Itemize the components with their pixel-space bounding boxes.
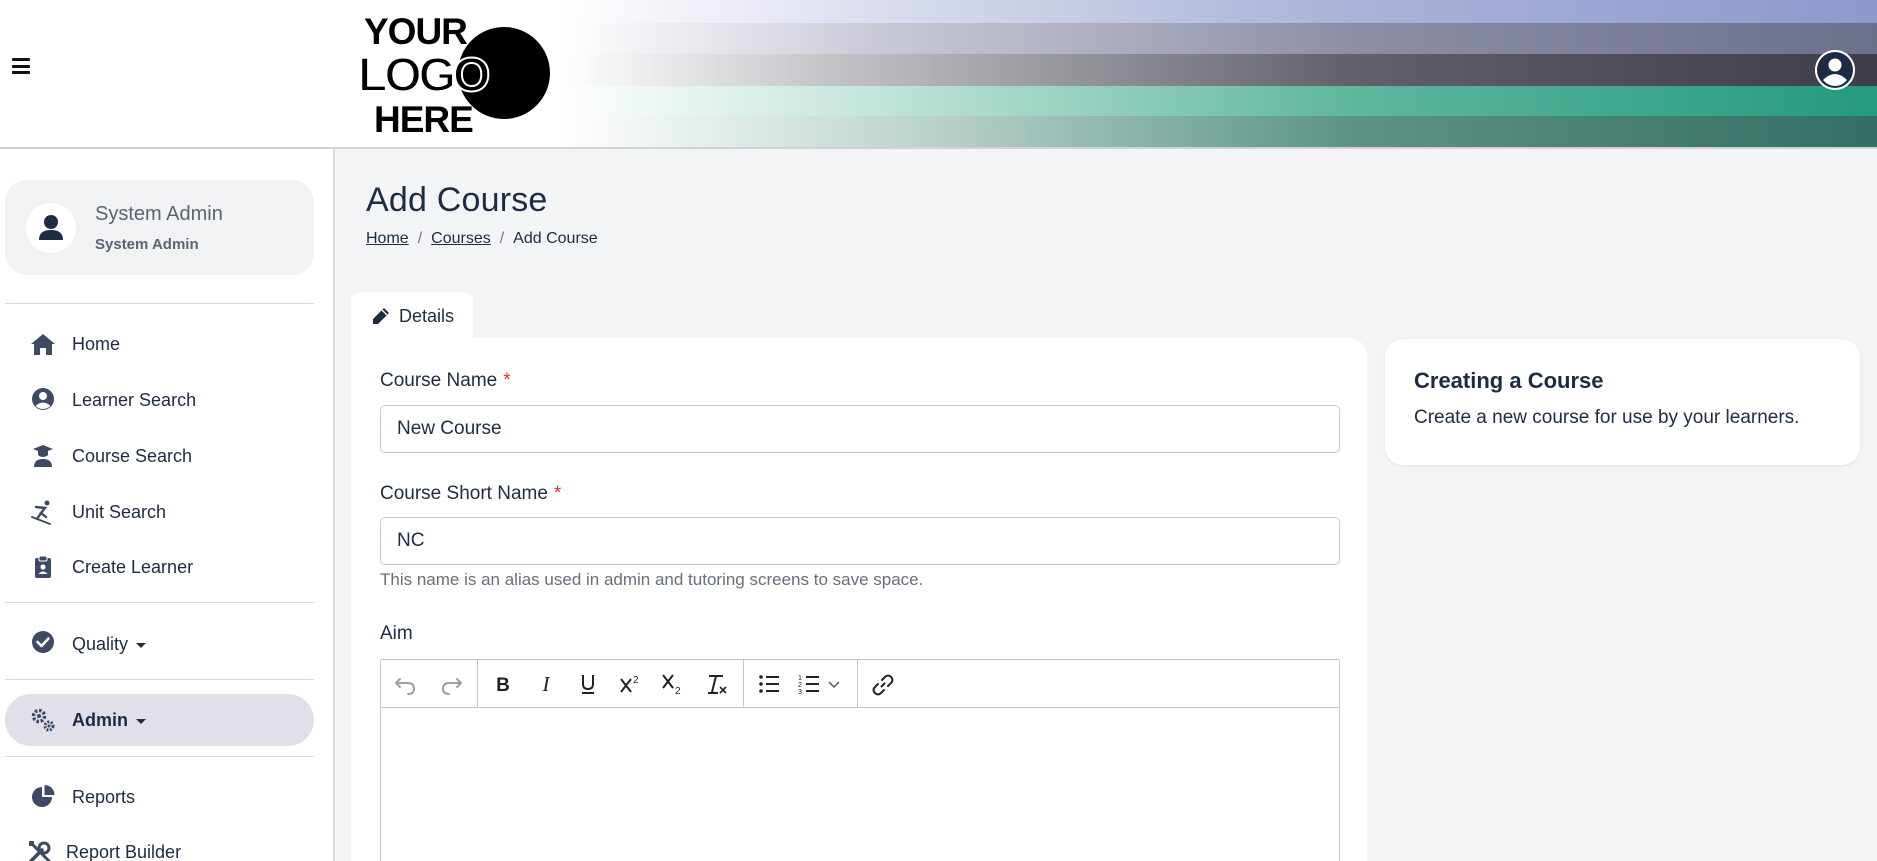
toolbar-separator: [477, 660, 478, 708]
divider: [5, 756, 314, 757]
required-mark: *: [553, 483, 562, 504]
tools-icon: [29, 841, 51, 861]
graduate-icon: [33, 445, 53, 467]
sidebar-item-label: Create Learner: [72, 557, 194, 577]
undo-icon[interactable]: [391, 670, 421, 698]
link-icon[interactable]: [868, 670, 898, 698]
header-banner: [560, 0, 1877, 147]
profile-card: System Admin System Admin: [5, 180, 314, 275]
sidebar-item-course-search[interactable]: Course Search: [5, 430, 314, 482]
course-name-label-text: Course Name: [380, 370, 498, 391]
sidebar-item-label: Quality: [72, 634, 147, 655]
sidebar-item-label-text: Admin: [72, 710, 128, 730]
divider: [5, 303, 314, 304]
user-circle-icon: [32, 388, 54, 410]
course-name-label: Course Name *: [380, 370, 511, 392]
breadcrumb-home-link[interactable]: Home: [366, 230, 409, 247]
info-title: Creating a Course: [1414, 368, 1604, 393]
redo-icon[interactable]: [436, 670, 466, 698]
app-header: YOUR LOGO HERE: [0, 0, 1877, 149]
sidebar-item-label: Report Builder: [66, 842, 182, 861]
bold-icon[interactable]: B: [488, 670, 518, 698]
sidebar-item-reports[interactable]: Reports: [5, 771, 314, 823]
superscript-icon[interactable]: 2: [616, 670, 646, 698]
bullet-list-icon[interactable]: [754, 670, 784, 698]
sidebar-item-report-builder[interactable]: Report Builder: [5, 826, 314, 861]
cogs-icon: [31, 708, 55, 732]
svg-text:3: 3: [798, 689, 802, 696]
breadcrumb-separator: /: [499, 230, 505, 247]
clipboard-user-icon: [35, 555, 51, 578]
chevron-down-icon[interactable]: [824, 670, 844, 698]
sidebar-item-home[interactable]: Home: [5, 318, 314, 370]
course-name-input[interactable]: [380, 405, 1340, 453]
sidebar-item-learner-search[interactable]: Learner Search: [5, 374, 314, 426]
clear-format-icon[interactable]: [701, 670, 731, 698]
course-short-name-input[interactable]: [380, 517, 1340, 565]
divider: [5, 679, 314, 680]
pencil-icon: [373, 308, 389, 324]
divider: [5, 602, 314, 603]
hamburger-icon[interactable]: [12, 58, 30, 74]
editor-toolbar: B I 2 2 123: [381, 660, 1339, 708]
breadcrumb: Home / Courses / Add Course: [366, 230, 598, 248]
info-card: Creating a Course Create a new course fo…: [1385, 339, 1860, 465]
svg-text:1: 1: [798, 675, 802, 682]
course-form: Course Name* Course Short Name* This nam…: [351, 338, 1367, 861]
sidebar-item-label: Course Search: [72, 446, 193, 466]
tab-label: Details: [399, 306, 455, 326]
sidebar-item-admin[interactable]: Admin: [5, 694, 314, 746]
svg-text:2: 2: [798, 682, 802, 689]
sidebar-item-label: Home: [72, 334, 121, 354]
logo-line-3: HERE: [374, 99, 473, 140]
italic-icon[interactable]: I: [531, 670, 561, 698]
sidebar-item-create-learner[interactable]: Create Learner: [5, 541, 314, 593]
check-circle-icon: [32, 631, 54, 653]
course-short-name-label-text: Course Short Name: [380, 483, 548, 504]
svg-text:B: B: [496, 675, 510, 696]
sidebar-item-label: Reports: [72, 787, 136, 807]
sidebar-item-quality[interactable]: Quality: [5, 618, 314, 670]
svg-text:I: I: [542, 672, 551, 696]
numbered-list-icon[interactable]: 123: [795, 670, 825, 698]
info-text: Create a new course for use by your lear…: [1414, 407, 1800, 428]
sidebar-item-label: Unit Search: [72, 502, 167, 522]
profile-name: System Admin: [95, 203, 223, 225]
sidebar-item-label-text: Quality: [72, 634, 129, 654]
sidebar-item-label: Admin: [72, 710, 146, 731]
sidebar-item-unit-search[interactable]: Unit Search: [5, 486, 314, 538]
breadcrumb-courses-link[interactable]: Courses: [431, 230, 491, 247]
sidebar: System Admin System Admin Home Learner S…: [0, 149, 335, 861]
home-icon: [31, 334, 55, 355]
page-title: Add Course: [366, 181, 548, 219]
skiing-icon: [31, 500, 51, 525]
sidebar-item-label: Learner Search: [72, 390, 197, 410]
svg-text:2: 2: [675, 686, 681, 697]
user-circle-icon: [1815, 50, 1855, 90]
subscript-icon[interactable]: 2: [658, 670, 688, 698]
logo-line-1: YOUR: [364, 11, 467, 52]
underline-icon[interactable]: [573, 670, 603, 698]
company-logo: YOUR LOGO HERE: [356, 6, 571, 142]
caret-down-icon: [136, 718, 146, 724]
account-button[interactable]: [1815, 50, 1855, 90]
profile-role: System Admin: [95, 236, 199, 253]
tab-details[interactable]: Details: [351, 292, 473, 340]
user-icon: [26, 203, 76, 253]
aim-editor-body[interactable]: [381, 708, 1339, 861]
caret-down-icon: [136, 642, 147, 648]
aim-editor: B I 2 2 123: [380, 659, 1340, 861]
required-mark: *: [503, 370, 511, 391]
aim-label: Aim: [380, 623, 413, 644]
course-short-name-label: Course Short Name *: [380, 483, 561, 505]
toolbar-separator: [857, 660, 858, 708]
toolbar-separator: [743, 660, 744, 708]
pie-chart-icon: [32, 785, 55, 807]
course-short-name-help: This name is an alias used in admin and …: [380, 570, 924, 589]
logo-line-2: LOGO: [358, 49, 489, 102]
svg-text:2: 2: [633, 675, 639, 686]
breadcrumb-current: Add Course: [513, 230, 598, 247]
breadcrumb-separator: /: [417, 230, 423, 247]
